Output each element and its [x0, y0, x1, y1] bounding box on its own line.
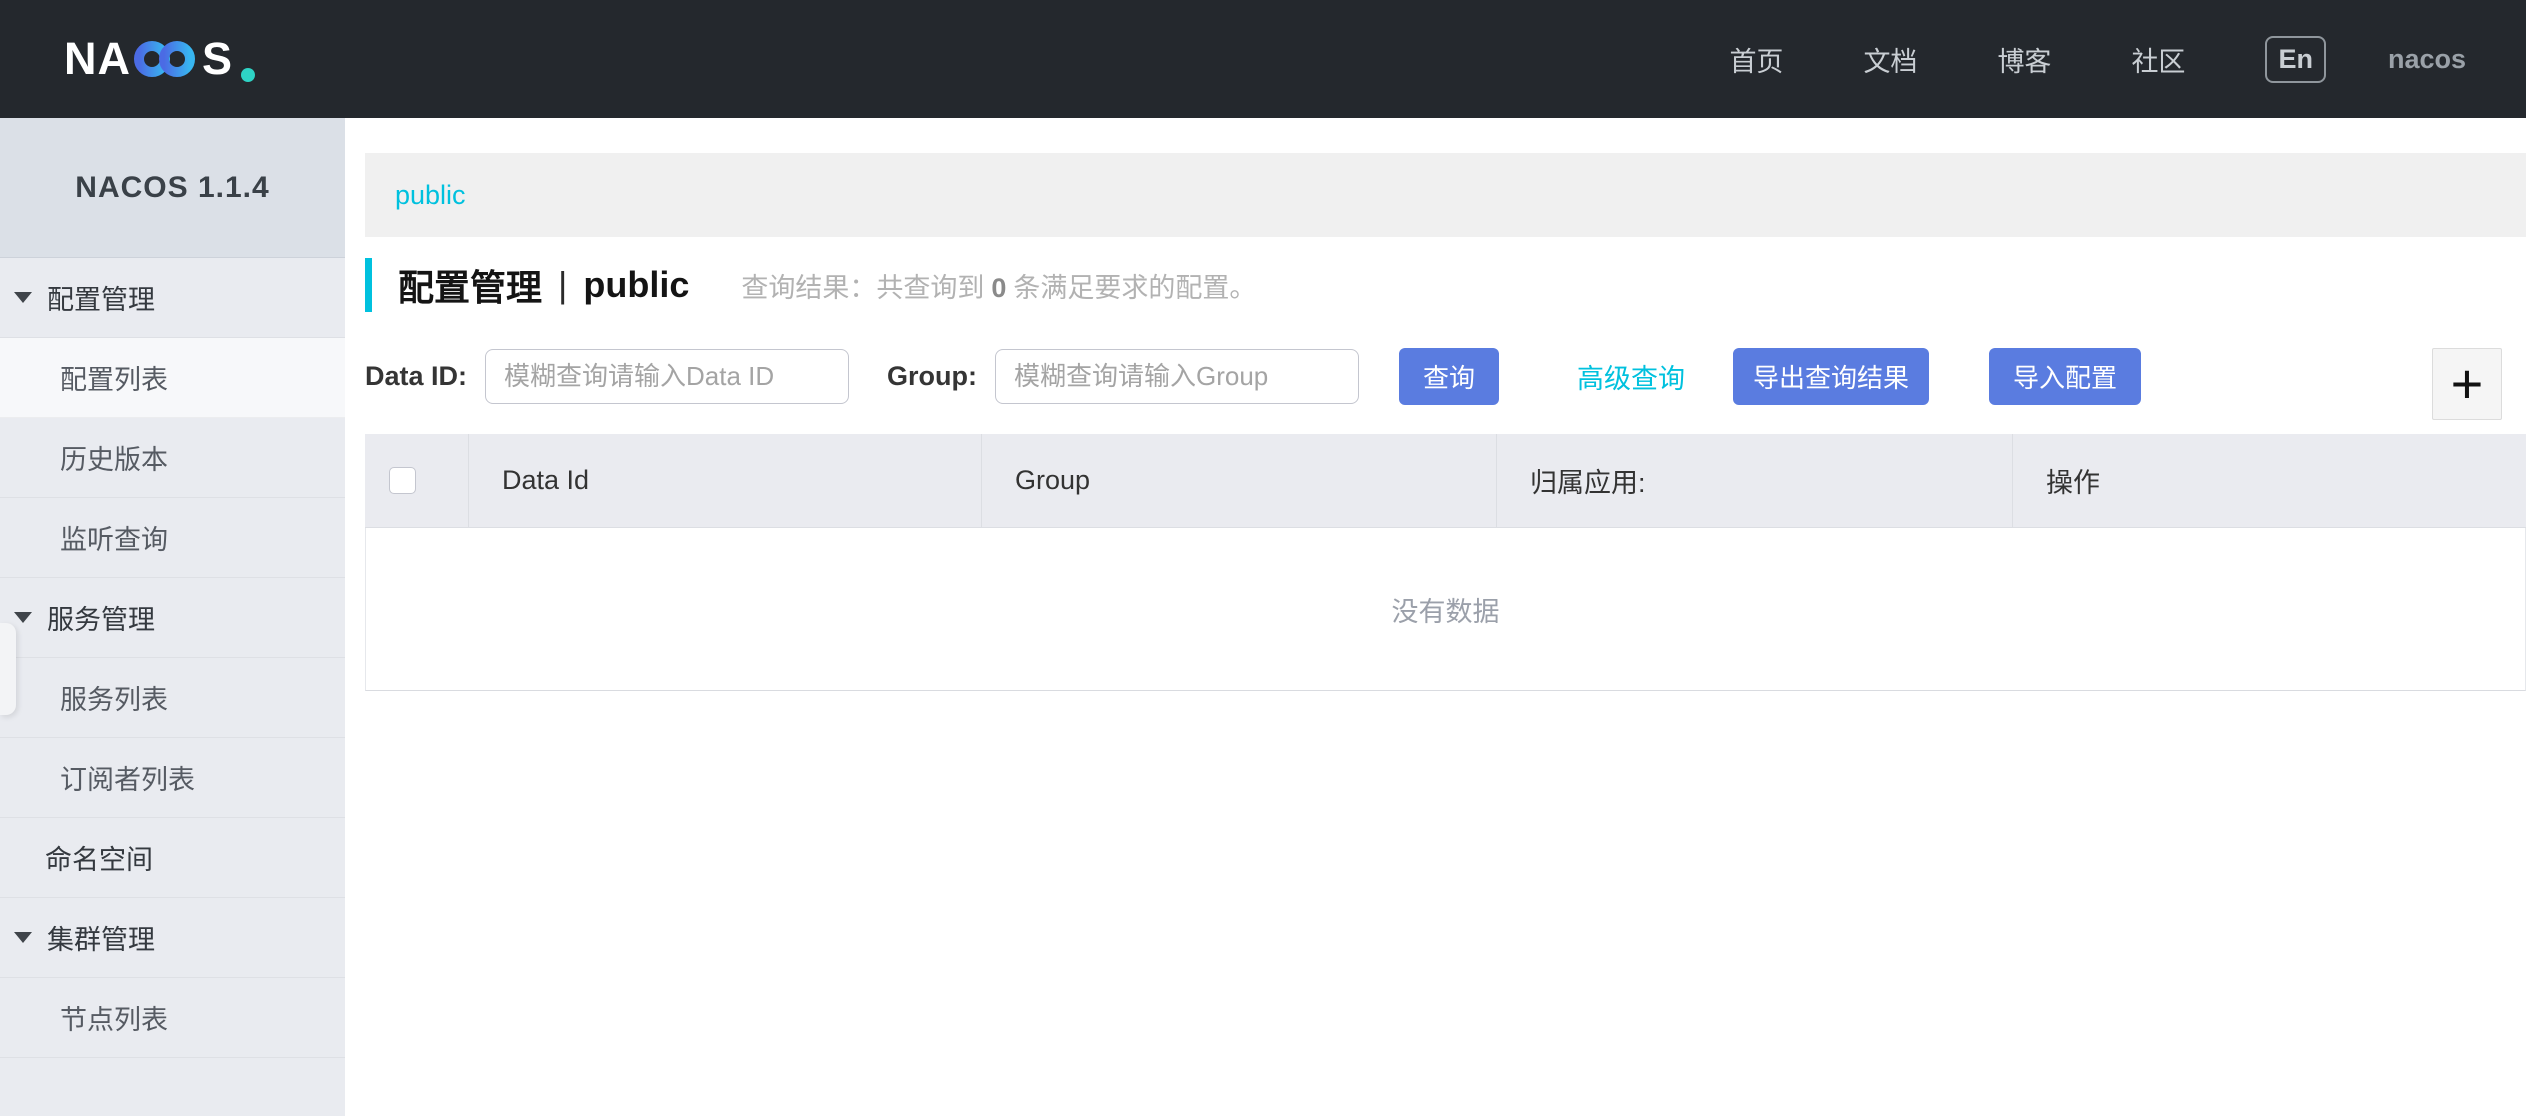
plus-icon: + — [2451, 356, 2484, 412]
sidebar-item-label: 节点列表 — [60, 998, 168, 1037]
column-header-operations: 操作 — [2012, 434, 2526, 527]
language-toggle-button[interactable]: En — [2265, 36, 2326, 83]
data-id-label: Data ID: — [365, 361, 467, 392]
chevron-down-icon — [14, 292, 32, 303]
sidebar-version-title: NACOS 1.1.4 — [0, 118, 345, 258]
table-body-empty-state: 没有数据 — [365, 528, 2526, 691]
sidebar-item-label: 命名空间 — [45, 838, 153, 877]
select-all-checkbox[interactable] — [389, 467, 416, 494]
query-result-prefix: 查询结果：共查询到 — [741, 273, 984, 303]
nav-link-community[interactable]: 社区 — [2131, 40, 2185, 79]
top-navbar: NA S 首页 文档 博客 社区 En nacos — [0, 0, 2526, 118]
current-user[interactable]: nacos — [2388, 44, 2466, 75]
no-data-text: 没有数据 — [1392, 590, 1500, 629]
nacos-logo[interactable]: NA S — [64, 31, 260, 87]
logo-text-right: S — [202, 33, 232, 84]
infinity-right-loop-icon — [164, 46, 190, 72]
sidebar-item-subscriber-list[interactable]: 订阅者列表 — [0, 738, 345, 818]
import-config-button[interactable]: 导入配置 — [1989, 348, 2141, 405]
column-header-app: 归属应用: — [1496, 434, 2012, 527]
column-header-group: Group — [981, 434, 1496, 527]
page-header: 配置管理 | public 查询结果：共查询到0条满足要求的配置。 — [365, 258, 2526, 312]
table-header-row: Data Id Group 归属应用: 操作 — [365, 434, 2526, 528]
query-result-suffix: 条满足要求的配置。 — [1013, 273, 1256, 303]
sidebar-item-label: 订阅者列表 — [60, 758, 195, 797]
advanced-query-link[interactable]: 高级查询 — [1577, 357, 1685, 396]
add-config-button[interactable]: + — [2432, 348, 2502, 420]
query-result-summary: 查询结果：共查询到0条满足要求的配置。 — [741, 266, 1256, 305]
page-title-text: 配置管理 — [398, 259, 542, 311]
page-title-namespace: public — [583, 264, 689, 306]
nacos-console: NA S 首页 文档 博客 社区 En nacos NACOS 1.1.4 配置… — [0, 0, 2526, 1116]
sidebar-group-config-management[interactable]: 配置管理 — [0, 258, 345, 338]
data-id-input[interactable] — [485, 349, 849, 404]
nav-link-blog[interactable]: 博客 — [1997, 40, 2051, 79]
sidebar-item-config-list[interactable]: 配置列表 — [0, 338, 345, 418]
sidebar-item-label: 服务列表 — [60, 678, 168, 717]
group-label: Group: — [887, 361, 977, 392]
config-table: Data Id Group 归属应用: 操作 没有数据 — [365, 434, 2526, 691]
column-header-data-id: Data Id — [468, 434, 981, 527]
logo-dot-icon — [241, 68, 255, 82]
sidebar-item-label: 历史版本 — [60, 438, 168, 477]
main-content: public 配置管理 | public 查询结果：共查询到0条满足要求的配置。… — [345, 118, 2526, 1116]
sidebar-item-listener-query[interactable]: 监听查询 — [0, 498, 345, 578]
sidebar-group-cluster-management[interactable]: 集群管理 — [0, 898, 345, 978]
sidebar-item-node-list[interactable]: 节点列表 — [0, 978, 345, 1058]
sidebar-item-namespace[interactable]: 命名空间 — [0, 818, 345, 898]
title-accent-bar — [365, 258, 372, 312]
page-title-separator: | — [558, 264, 567, 306]
nacos-logo-icon: NA S — [64, 31, 260, 87]
sidebar-group-label: 服务管理 — [47, 598, 155, 637]
chevron-down-icon — [14, 932, 32, 943]
query-result-count: 0 — [984, 273, 1013, 303]
group-input[interactable] — [995, 349, 1359, 404]
sidebar-item-label: 监听查询 — [60, 518, 168, 557]
sidebar-collapse-handle[interactable] — [0, 623, 16, 715]
chevron-down-icon — [14, 612, 32, 623]
sidebar: NACOS 1.1.4 配置管理 配置列表 历史版本 监听查询 服务管理 服务列… — [0, 118, 345, 1116]
query-button[interactable]: 查询 — [1399, 348, 1499, 405]
export-results-button[interactable]: 导出查询结果 — [1733, 348, 1929, 405]
navbar-right: 首页 文档 博客 社区 En nacos — [1729, 36, 2466, 83]
app-shell: NACOS 1.1.4 配置管理 配置列表 历史版本 监听查询 服务管理 服务列… — [0, 118, 2526, 1116]
sidebar-group-label: 集群管理 — [47, 918, 155, 957]
sidebar-item-label: 配置列表 — [60, 358, 168, 397]
namespace-tab-public[interactable]: public — [395, 180, 466, 211]
page-title: 配置管理 | public — [398, 259, 689, 311]
sidebar-item-service-list[interactable]: 服务列表 — [0, 658, 345, 738]
nav-link-docs[interactable]: 文档 — [1863, 40, 1917, 79]
select-all-cell — [365, 434, 468, 527]
namespace-tab-bar: public — [365, 153, 2526, 237]
sidebar-group-label: 配置管理 — [47, 278, 155, 317]
sidebar-group-service-management[interactable]: 服务管理 — [0, 578, 345, 658]
nav-link-home[interactable]: 首页 — [1729, 40, 1783, 79]
sidebar-item-history-versions[interactable]: 历史版本 — [0, 418, 345, 498]
logo-text-left: NA — [64, 33, 131, 84]
search-toolbar: Data ID: Group: 查询 高级查询 导出查询结果 导入配置 + — [365, 348, 2526, 405]
